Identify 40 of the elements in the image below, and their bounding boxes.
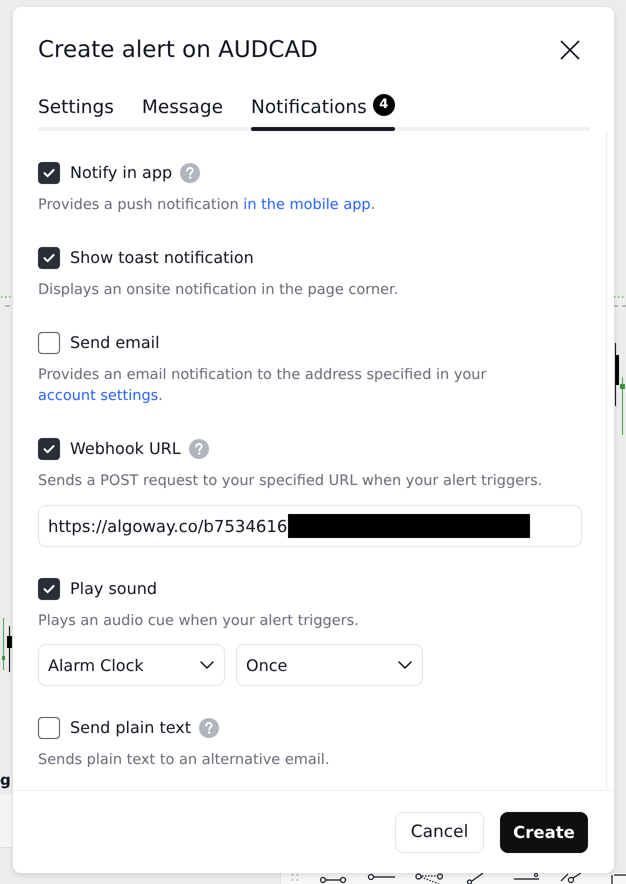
fan-lines-icon[interactable]	[415, 873, 443, 884]
option-label[interactable]: Webhook URL	[70, 438, 181, 460]
text-link[interactable]: in the mobile app	[243, 197, 371, 213]
candlestick	[7, 626, 12, 672]
candlestick	[2, 618, 5, 670]
checkbox[interactable]	[38, 717, 60, 739]
cancel-button[interactable]: Cancel	[395, 812, 484, 852]
close-icon[interactable]	[560, 40, 580, 60]
grip-dots-icon[interactable]	[291, 873, 299, 884]
option-label[interactable]: Notify in app	[70, 162, 172, 184]
dropdown-select[interactable]: Alarm Clock	[38, 644, 225, 686]
chevron-down-icon	[200, 661, 214, 669]
description-text: Sends a POST request to your specified URL when your alert triggers.	[38, 472, 544, 491]
tab[interactable]: Message	[142, 96, 223, 131]
dropdown-select[interactable]: Once	[236, 644, 423, 686]
create-button[interactable]: Create	[500, 812, 588, 852]
chart-label-text: g	[0, 770, 11, 790]
checkbox[interactable]	[38, 162, 60, 184]
count-badge: 4	[372, 94, 395, 116]
checkbox[interactable]	[38, 438, 60, 460]
dialog-title: Create alert on AUDCAD	[38, 36, 318, 64]
text-link[interactable]: account settings	[38, 388, 158, 404]
option-label[interactable]: Send email	[70, 332, 160, 354]
option-label[interactable]: Show toast notification	[70, 247, 254, 269]
description-text: Provides a push notification in the mobile app.	[38, 196, 376, 215]
option-label[interactable]: Play sound	[70, 578, 158, 600]
tab[interactable]: Notifications 4	[250, 96, 395, 131]
dotted-price-line	[614, 296, 626, 308]
chevron-down-icon	[398, 661, 412, 669]
tab[interactable]: Settings	[38, 96, 114, 131]
checkbox[interactable]	[38, 578, 60, 600]
description-text: Provides an email notification to the address specified in your account settings.	[38, 366, 488, 406]
description-text: Plays an audio cue when your alert triggers.	[38, 612, 360, 631]
checkbox[interactable]	[38, 247, 60, 269]
dotted-price-line	[0, 296, 13, 308]
checkbox[interactable]	[38, 332, 60, 354]
url-field[interactable]: https://algoway.co/b7534616	[38, 505, 582, 547]
option-label[interactable]: Send plain text	[70, 717, 192, 739]
description-text: Sends plain text to an alternative email.	[38, 751, 330, 770]
description-text: Displays an onsite notification in the page corner.	[38, 281, 400, 300]
